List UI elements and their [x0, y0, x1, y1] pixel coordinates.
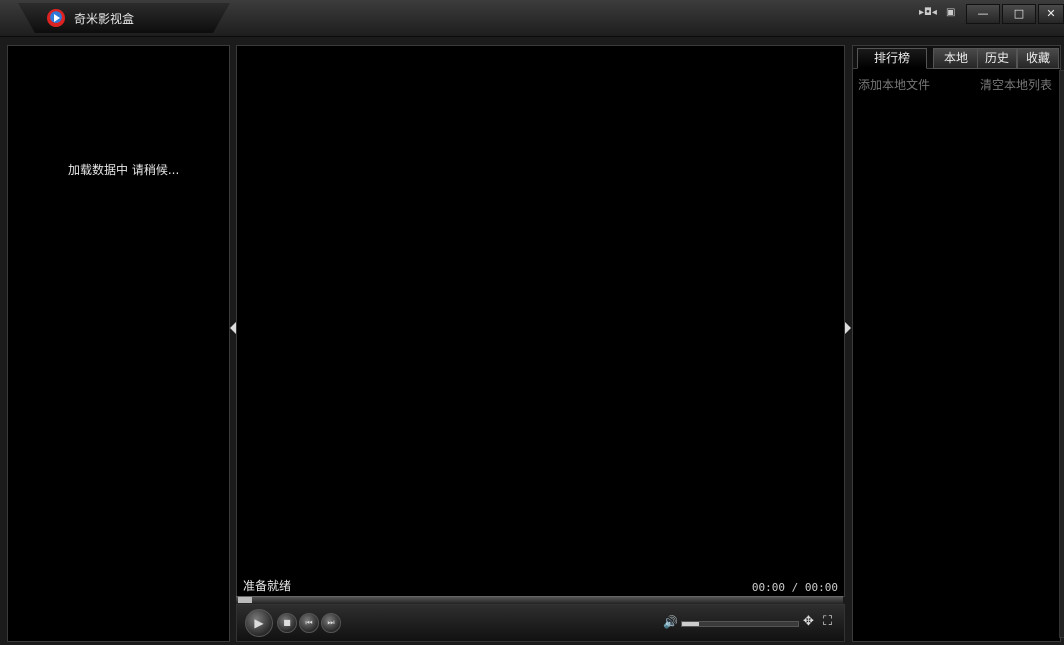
- title-bar: 奇米影视盒 ▸◘◂ ▣ — □ ✕: [0, 0, 1064, 37]
- settings-icon[interactable]: ✥: [803, 614, 814, 629]
- loading-text: 加载数据中 请稍候...: [68, 163, 180, 177]
- app-logo-icon: [47, 9, 65, 27]
- stop-button[interactable]: ■: [277, 613, 297, 633]
- mini-mode-button[interactable]: ▸◘◂: [919, 7, 937, 19]
- next-button[interactable]: ⏭: [321, 613, 341, 633]
- fullscreen-icon[interactable]: ⛶: [823, 614, 832, 629]
- tab-favorites[interactable]: 收藏: [1017, 48, 1059, 69]
- menu-icon[interactable]: ▣: [946, 7, 955, 19]
- maximize-button[interactable]: □: [1002, 4, 1036, 24]
- scrollbar[interactable]: [1059, 70, 1064, 638]
- clear-local-list-link[interactable]: 清空本地列表: [980, 76, 1052, 93]
- tab-history[interactable]: 历史: [977, 48, 1017, 69]
- player-controls: ▶ ■ ⏮ ⏭ 🔊 ✥ ⛶: [236, 604, 845, 642]
- close-button[interactable]: ✕: [1038, 4, 1064, 24]
- previous-button[interactable]: ⏮: [299, 613, 319, 633]
- seek-handle[interactable]: [238, 597, 252, 603]
- status-text: 准备就绪: [243, 579, 292, 593]
- video-area[interactable]: 准备就绪 00:00 / 00:00: [236, 45, 845, 597]
- minimize-button[interactable]: —: [966, 4, 1000, 24]
- volume-icon[interactable]: 🔊: [663, 615, 678, 629]
- tab-bar: 排行榜 本地 历史 收藏: [853, 46, 1060, 69]
- play-button[interactable]: ▶: [245, 609, 273, 637]
- tab-local[interactable]: 本地: [933, 48, 979, 69]
- volume-fill: [682, 622, 700, 626]
- tab-ranking[interactable]: 排行榜: [857, 48, 927, 69]
- add-local-file-link[interactable]: 添加本地文件: [858, 76, 930, 93]
- time-display: 00:00 / 00:00: [751, 581, 838, 594]
- collapse-right-icon[interactable]: [845, 322, 851, 334]
- volume-slider[interactable]: [681, 621, 799, 627]
- app-title: 奇米影视盒: [74, 12, 135, 26]
- left-panel: 加载数据中 请稍候...: [7, 45, 230, 642]
- right-panel: 排行榜 本地 历史 收藏 添加本地文件 清空本地列表: [852, 45, 1064, 642]
- seek-bar[interactable]: [236, 596, 843, 604]
